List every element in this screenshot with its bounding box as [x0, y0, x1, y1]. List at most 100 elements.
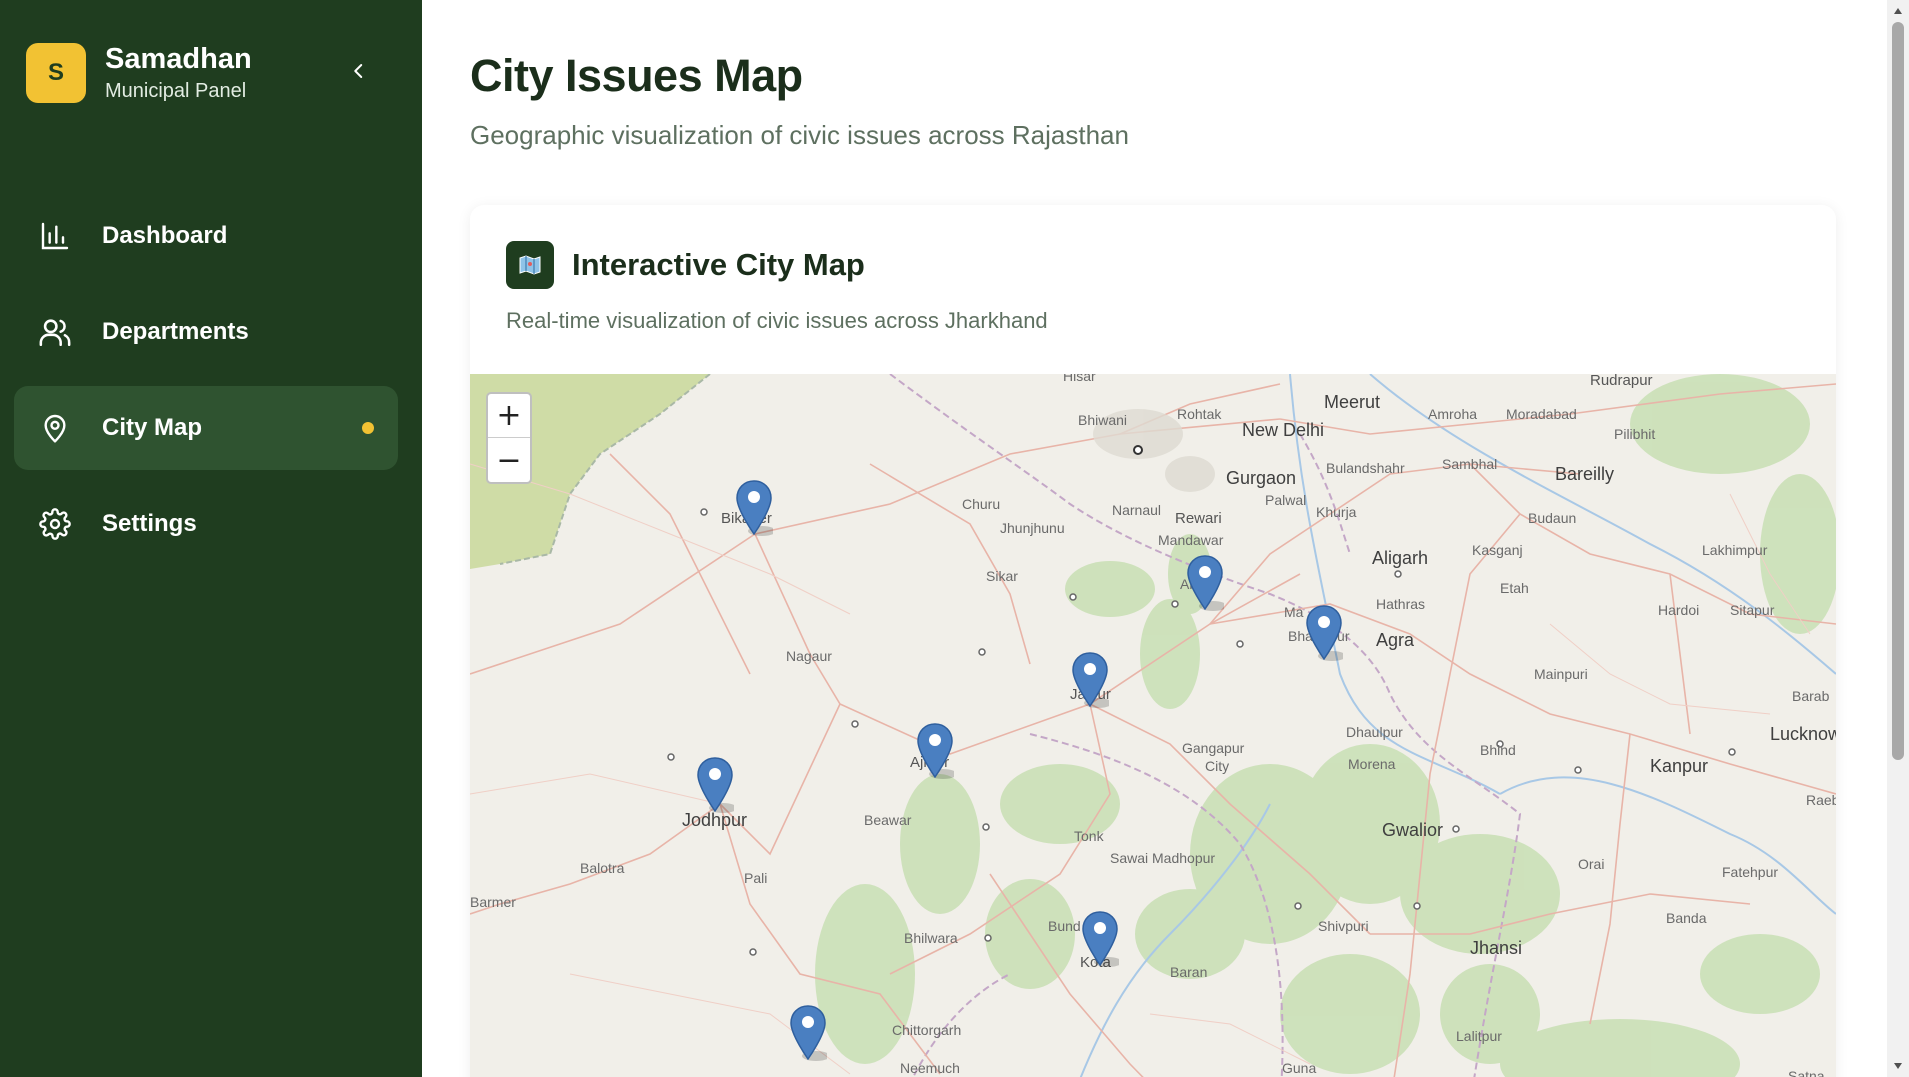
map-label-jhunjhunu: Jhunjhunu	[1000, 520, 1065, 536]
card-description: Real-time visualization of civic issues …	[506, 308, 1048, 333]
map-label-hardoi: Hardoi	[1658, 602, 1700, 618]
map-base-layer	[470, 374, 1836, 1077]
brand: S Samadhan Municipal Panel	[26, 42, 252, 104]
scroll-up-icon[interactable]	[1892, 6, 1904, 16]
map-label-aligarh: Aligarh	[1372, 548, 1429, 568]
map-label-beawar: Beawar	[864, 812, 912, 828]
map-label-raebareli: Raeb	[1806, 792, 1836, 808]
zoom-out-button[interactable]: −	[488, 438, 530, 482]
map-marker-ajmer[interactable]	[916, 722, 957, 780]
map-marker-udaipur[interactable]	[789, 1004, 830, 1062]
map-pin-icon	[38, 411, 72, 445]
map-label-orai: Orai	[1578, 856, 1605, 872]
map-label-chittorgarh: Chittorgarh	[892, 1022, 962, 1038]
map-label-nagaur: Nagaur	[786, 648, 832, 664]
map-label-rewari: Rewari	[1175, 510, 1222, 527]
map-label-etah: Etah	[1500, 580, 1529, 596]
map-label-new-delhi: New Delhi	[1242, 420, 1325, 440]
map-icon	[506, 241, 554, 289]
app-root: S Samadhan Municipal Panel Dashboard Dep…	[0, 0, 1909, 1077]
sidebar-item-departments[interactable]: Departments	[14, 290, 398, 374]
page-subtitle: Geographic visualization of civic issues…	[470, 120, 1129, 150]
map-label-bareilly: Bareilly	[1555, 464, 1615, 484]
sidebar-item-label: City Map	[102, 414, 203, 441]
map-pin-marker-icon	[1072, 652, 1112, 708]
sidebar-collapse-button[interactable]	[344, 56, 374, 86]
map-label-mandawar: Mandawar	[1158, 532, 1224, 548]
active-indicator-dot	[362, 422, 374, 434]
chevron-left-icon	[354, 64, 363, 78]
map-label-mainpuri: Mainpuri	[1534, 666, 1588, 682]
page-scrollbar[interactable]	[1887, 0, 1909, 1077]
map-label-bundi: Bund	[1048, 918, 1081, 934]
map-pin-marker-icon	[1082, 911, 1122, 967]
card-title: Interactive City Map	[572, 247, 865, 282]
map-label-churu: Churu	[962, 496, 1001, 512]
map-label-sambhal: Sambhal	[1442, 456, 1498, 472]
city-map-card: Interactive City Map Real-time visualiza…	[470, 205, 1836, 1077]
map-label-gangapur: Gangapur	[1182, 740, 1245, 756]
map-label-amroha: Amroha	[1428, 406, 1478, 422]
map-label-mathura: Ma	[1284, 604, 1304, 620]
map-label-bulandshahr: Bulandshahr	[1326, 460, 1405, 476]
sidebar-nav: Dashboard Departments City Map Settings	[14, 194, 398, 578]
map-label-gurgaon: Gurgaon	[1226, 468, 1297, 488]
sidebar-item-dashboard[interactable]: Dashboard	[14, 194, 398, 278]
map-label-satna: Satna	[1788, 1068, 1825, 1077]
brand-text: Samadhan Municipal Panel	[105, 42, 252, 104]
map-label-lucknow: Lucknow	[1770, 724, 1836, 744]
map-label-meerut: Meerut	[1324, 392, 1381, 412]
map-label-sitapur: Sitapur	[1730, 602, 1775, 618]
map-label-moradabad: Moradabad	[1506, 406, 1577, 422]
sidebar-item-label: Departments	[102, 318, 249, 345]
sidebar-item-label: Settings	[102, 510, 197, 537]
map-label-pali: Pali	[744, 870, 768, 886]
map-marker-bharatpur[interactable]	[1305, 604, 1346, 662]
map-pin-marker-icon	[1306, 605, 1346, 661]
map-label-lakhimpur: Lakhimpur	[1702, 542, 1768, 558]
sidebar-item-label: Dashboard	[102, 222, 228, 249]
map-label-agra: Agra	[1376, 630, 1415, 650]
map-label-balotra: Balotra	[580, 860, 625, 876]
map-label-rudrapur: Rudrapur	[1590, 374, 1653, 389]
map-pin-marker-icon	[790, 1005, 830, 1061]
map-label-dhaulpur: Dhaulpur	[1346, 724, 1403, 740]
map-label-gangapur-city: City	[1205, 758, 1230, 774]
map-label-bhind: Bhind	[1480, 742, 1516, 758]
map-label-kanpur: Kanpur	[1650, 756, 1709, 776]
scroll-down-icon[interactable]	[1892, 1061, 1904, 1071]
map-zoom-control: + −	[486, 392, 532, 484]
map-marker-jodhpur[interactable]	[696, 756, 737, 814]
map-label-tonk: Tonk	[1074, 828, 1104, 844]
map-label-banda: Banda	[1666, 910, 1707, 926]
sidebar: S Samadhan Municipal Panel Dashboard Dep…	[0, 0, 422, 1077]
map-label-jhansi: Jhansi	[1470, 938, 1523, 958]
zoom-in-button[interactable]: +	[488, 394, 530, 438]
map-label-barabanki: Barab	[1792, 688, 1830, 704]
scrollbar-thumb[interactable]	[1892, 22, 1904, 760]
map-label-khurja: Khurja	[1316, 504, 1357, 520]
map-label-barmer: Barmer	[470, 894, 516, 910]
map-viewport[interactable]: Hisar Rudrapur Meerut Bhiwani Rohtak New…	[470, 374, 1836, 1077]
users-icon	[38, 315, 72, 349]
map-label-budaun: Budaun	[1528, 510, 1577, 526]
map-marker-alwar[interactable]	[1186, 554, 1227, 612]
map-label-palwal: Palwal	[1265, 492, 1307, 508]
map-label-bhilwara: Bhilwara	[904, 930, 958, 946]
map-marker-jaipur[interactable]	[1071, 651, 1112, 709]
map-label-hisar: Hisar	[1063, 374, 1096, 384]
map-label-lalitpur: Lalitpur	[1456, 1028, 1502, 1044]
sidebar-item-settings[interactable]: Settings	[14, 482, 398, 566]
sidebar-item-city-map[interactable]: City Map	[14, 386, 398, 470]
map-label-baran: Baran	[1170, 964, 1208, 980]
bar-chart-icon	[38, 219, 72, 253]
map-label-kasganj: Kasganj	[1472, 542, 1523, 558]
map-marker-kota[interactable]	[1081, 910, 1122, 968]
map-pin-marker-icon	[917, 723, 957, 779]
map-pin-marker-icon	[1187, 555, 1227, 611]
map-marker-bikaner[interactable]	[735, 479, 776, 537]
map-label-pilibhit: Pilibhit	[1614, 426, 1656, 442]
map-label-rohtak: Rohtak	[1177, 406, 1222, 422]
map-label-sawai-madhopur: Sawai Madhopur	[1110, 850, 1216, 866]
map-label-fatehpur: Fatehpur	[1722, 864, 1779, 880]
